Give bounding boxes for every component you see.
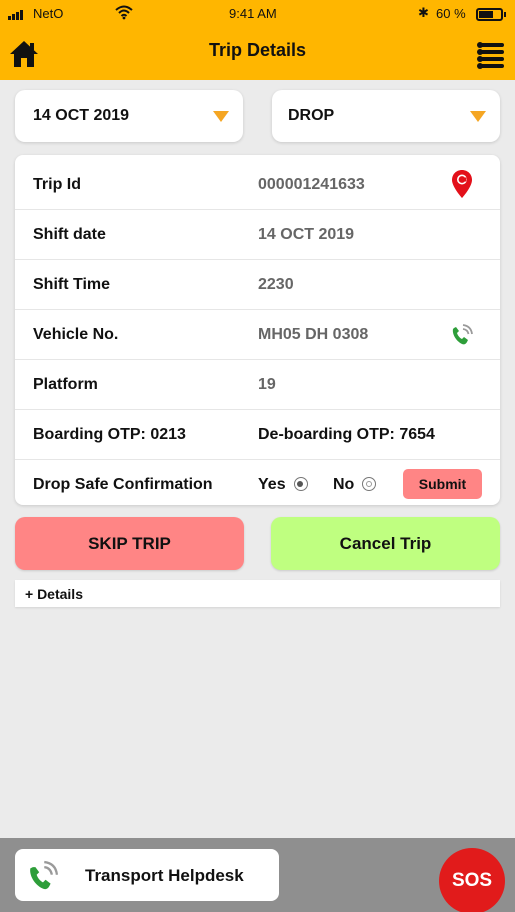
platform-row: Platform 19 [15,360,500,410]
radio-unselected-icon [362,477,377,491]
details-toggle[interactable]: + Details [15,580,500,607]
shift-time-label: Shift Time [33,276,111,293]
radio-selected-icon [293,477,308,491]
skip-trip-button[interactable]: SKIP TRIP [15,517,244,570]
location-pin-icon[interactable] [451,169,473,199]
bluetooth-icon: ✱ [418,5,429,20]
shift-time-row: Shift Time 2230 [15,260,500,310]
otp-row: Boarding OTP: 0213 De-boarding OTP: 7654 [15,410,500,460]
vehicle-label: Vehicle No. [33,326,119,343]
platform-value: 19 [258,376,276,393]
shift-time-value: 2230 [258,276,294,293]
signal-strength-icon [8,9,23,20]
bottom-bar: Transport Helpdesk SOS [0,838,515,912]
cancel-trip-button[interactable]: Cancel Trip [271,517,500,570]
list-menu-icon[interactable] [474,42,504,69]
date-dropdown-value: 14 OCT 2019 [33,107,130,124]
shift-date-value: 14 OCT 2019 [258,226,355,243]
chevron-down-icon [470,111,486,122]
no-radio-label: No [333,476,355,493]
wifi-icon [115,5,133,20]
trip-id-row: Trip Id 000001241633 [15,160,500,210]
no-radio[interactable]: No [333,476,377,494]
call-driver-icon[interactable] [447,320,477,350]
battery-percentage: 60 % [436,6,466,21]
vehicle-row: Vehicle No. MH05 DH 0308 [15,310,500,360]
date-dropdown[interactable]: 14 OCT 2019 [15,90,243,142]
chevron-down-icon [213,111,229,122]
status-time: 9:41 AM [229,6,277,21]
boarding-otp: Boarding OTP: 0213 [33,426,186,443]
trip-type-dropdown[interactable]: DROP [272,90,500,142]
helpdesk-label: Transport Helpdesk [85,866,244,885]
submit-button[interactable]: Submit [403,469,482,499]
phone-icon [30,860,59,890]
shift-date-label: Shift date [33,226,106,243]
trip-id-value: 000001241633 [258,176,365,193]
shift-date-row: Shift date 14 OCT 2019 [15,210,500,260]
sos-button[interactable]: SOS [439,848,505,912]
vehicle-value: MH05 DH 0308 [258,326,369,343]
yes-radio[interactable]: Yes [258,476,308,494]
transport-helpdesk-button[interactable]: Transport Helpdesk [15,849,279,901]
battery-icon [476,8,506,21]
yes-radio-label: Yes [258,476,286,493]
carrier-name: NetO [33,6,64,21]
trip-details-card: Trip Id 000001241633 Shift date 14 OCT 2… [15,155,500,505]
platform-label: Platform [33,376,98,393]
status-bar: NetO 9:41 AM ✱ 60 % [0,0,515,28]
app-header: NetO 9:41 AM ✱ 60 % Trip Details [0,0,515,80]
drop-safe-label: Drop Safe Confirmation [33,476,213,493]
deboarding-otp: De-boarding OTP: 7654 [258,426,435,443]
trip-type-dropdown-value: DROP [288,107,335,124]
trip-id-label: Trip Id [33,176,81,193]
page-title: Trip Details [208,40,307,60]
